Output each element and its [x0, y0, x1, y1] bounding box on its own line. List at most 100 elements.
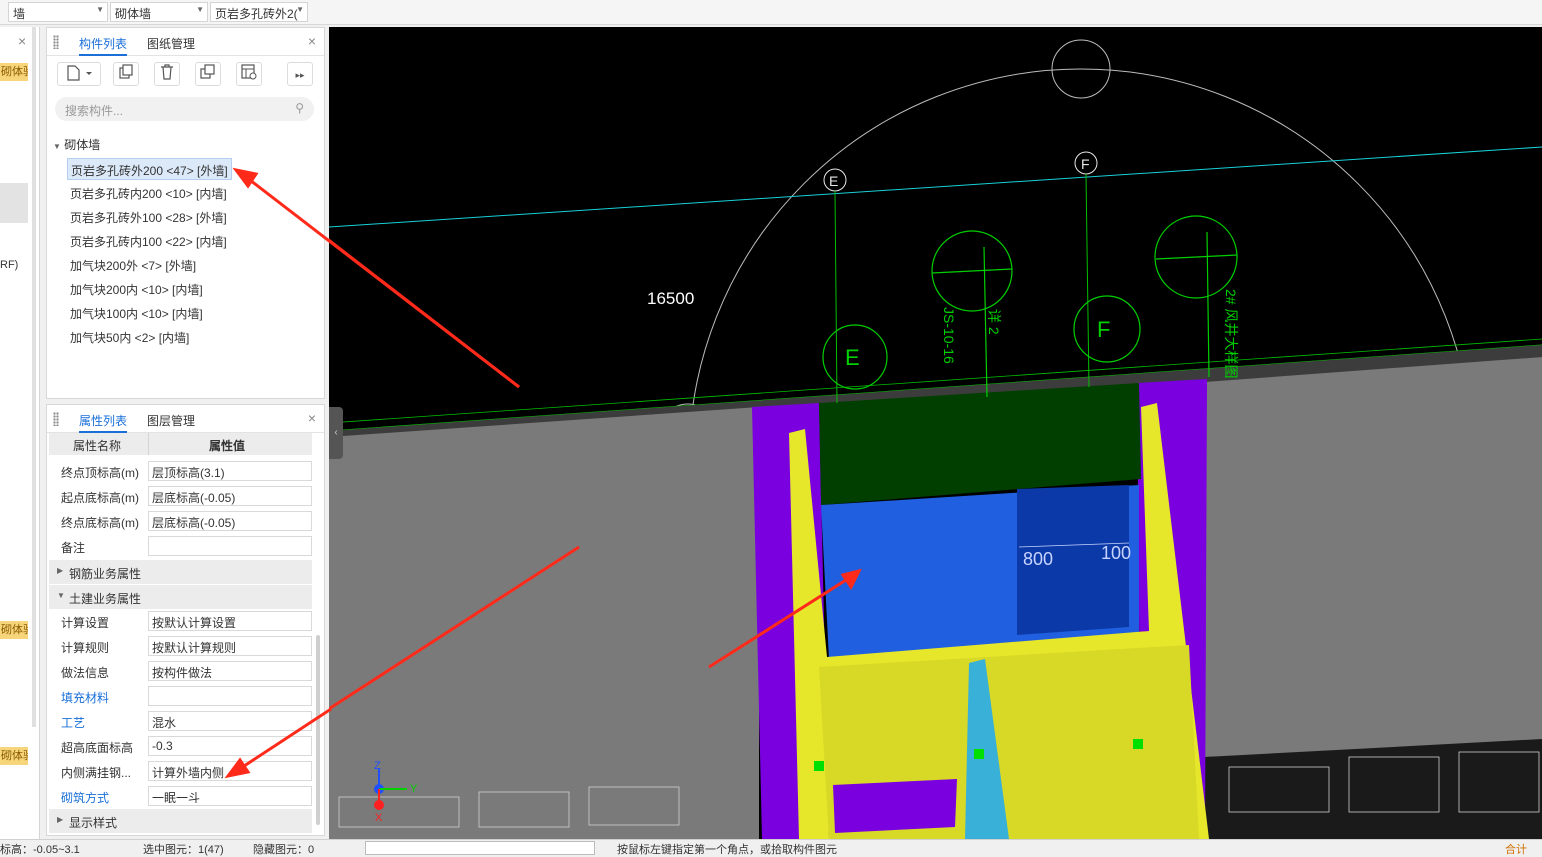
- left-tag-1[interactable]: 砌体验: [0, 63, 28, 81]
- collapse-panel-button[interactable]: ‹: [329, 407, 343, 459]
- green-grip-point: [814, 761, 824, 771]
- element-subtype-combo[interactable]: 砌体墙 ▼: [110, 2, 208, 22]
- property-name: 终点底标高(m): [61, 516, 139, 530]
- left-tag-3[interactable]: 砌体验: [0, 747, 28, 765]
- snap-toolbar[interactable]: [365, 841, 595, 855]
- left-text-rf: RF): [0, 259, 19, 271]
- cad-text-detail: 2# 风井大样图: [1223, 289, 1239, 378]
- svg-text:X: X: [375, 812, 383, 824]
- property-value[interactable]: 层顶标高(3.1): [148, 461, 312, 481]
- header-property-value: 属性值: [209, 439, 246, 453]
- caret-right-icon: ▶: [57, 815, 64, 824]
- element-type-combo[interactable]: 墙 ▼: [8, 2, 108, 22]
- component-search-input[interactable]: 搜索构件... ⚲: [55, 97, 314, 121]
- property-row: 填充材料: [49, 684, 312, 709]
- property-row: 计算设置 按默认计算设置: [49, 609, 312, 634]
- tree-item[interactable]: 页岩多孔砖内200 <10> [内墙]: [67, 182, 230, 204]
- component-settings-button[interactable]: [236, 62, 262, 86]
- group-civil-properties[interactable]: ▼ 土建业务属性: [49, 585, 312, 609]
- axis-E-marker: [823, 168, 847, 404]
- close-icon[interactable]: ×: [18, 33, 26, 49]
- more-tools-button[interactable]: ▸▸: [287, 62, 313, 86]
- component-list-panel: 构件列表 图纸管理 × ▸▸ 搜索构件... ⚲ ▼ 砌体墙 页岩多孔砖外200…: [46, 27, 325, 399]
- tree-root-masonry-wall[interactable]: ▼ 砌体墙: [53, 136, 100, 153]
- tree-item[interactable]: 页岩多孔砖外100 <28> [外墙]: [67, 206, 230, 228]
- cad-text-ref: 详 2: [986, 309, 1002, 335]
- tab-property-list[interactable]: 属性列表: [79, 412, 128, 433]
- dimension-100: 100: [1101, 543, 1131, 563]
- status-bar: 标高：-0.05~3.1 选中图元：1(47) 隐藏图元：0 按鼠标左键指定第一…: [0, 839, 1542, 856]
- axis-E-label: E: [829, 173, 838, 189]
- dimension-800: 800: [1023, 549, 1053, 569]
- group-label: 土建业务属性: [69, 592, 142, 606]
- group-display-style[interactable]: ▶ 显示样式: [49, 809, 312, 833]
- delete-component-button[interactable]: [154, 62, 180, 86]
- tree-item[interactable]: 页岩多孔砖外200 <47> [外墙]: [67, 158, 232, 180]
- svg-text:Z: Z: [374, 760, 381, 772]
- component-toolbar: ▸▸: [47, 56, 324, 90]
- 3d-drawing-viewport[interactable]: E F E F JS-10-16 2# 风井大样图 详 2 16500 800 …: [329, 27, 1542, 839]
- green-circle-F-label: F: [1097, 317, 1110, 342]
- axis-F-marker: [1074, 151, 1098, 388]
- component-combo[interactable]: 页岩多孔砖外2( ▼: [210, 2, 308, 22]
- tree-item[interactable]: 加气块200内 <10> [内墙]: [67, 278, 206, 300]
- new-component-button[interactable]: [57, 62, 101, 86]
- left-collapsed-panel: × 砌体验 RF) 砌体验 砌体验: [0, 27, 40, 839]
- chevron-down-icon: ▼: [296, 5, 304, 14]
- property-row: 内侧满挂钢... 计算外墙内侧: [49, 759, 312, 784]
- property-value[interactable]: [148, 686, 312, 706]
- layer-copy-button[interactable]: [195, 62, 221, 86]
- property-value[interactable]: 一眠一斗: [148, 786, 312, 806]
- group-rebar-properties[interactable]: ▶ 钢筋业务属性: [49, 560, 312, 584]
- drag-handle-icon[interactable]: [53, 412, 59, 426]
- property-name: 计算规则: [61, 641, 110, 655]
- property-name: 做法信息: [61, 666, 110, 680]
- property-row: 工艺 混水: [49, 709, 312, 734]
- tree-item[interactable]: 加气块200外 <7> [外墙]: [67, 254, 199, 276]
- property-value[interactable]: 计算外墙内侧: [148, 761, 312, 781]
- tree-item[interactable]: 加气块50内 <2> [内墙]: [67, 326, 192, 348]
- property-row: 备注: [49, 534, 312, 559]
- caret-right-icon: ▶: [57, 566, 64, 575]
- copy-component-button[interactable]: [113, 62, 139, 86]
- tab-layer-management[interactable]: 图层管理: [147, 412, 195, 429]
- drag-handle-icon[interactable]: [53, 35, 59, 49]
- property-table-header: 属性名称 属性值: [49, 433, 312, 455]
- property-value[interactable]: 按构件做法: [148, 661, 312, 681]
- search-icon: ⚲: [295, 101, 304, 115]
- copy-icon: [119, 64, 133, 79]
- left-scrollbar[interactable]: [32, 27, 36, 727]
- property-value[interactable]: 按默认计算规则: [148, 636, 312, 656]
- property-value[interactable]: -0.3: [148, 736, 312, 756]
- close-icon[interactable]: ×: [308, 410, 316, 426]
- property-list-panel: 属性列表 图层管理 × 属性名称 属性值 终点顶标高(m) 层顶标高(3.1) 起…: [46, 404, 325, 836]
- property-value[interactable]: [148, 536, 312, 556]
- property-value[interactable]: 按默认计算设置: [148, 611, 312, 631]
- green-grip-point: [974, 749, 984, 759]
- tree-item[interactable]: 页岩多孔砖内100 <22> [内墙]: [67, 230, 230, 252]
- close-icon[interactable]: ×: [308, 33, 316, 49]
- annotation-arrow-top: [329, 238, 520, 389]
- property-value[interactable]: 层底标高(-0.05): [148, 486, 312, 506]
- left-tag-2[interactable]: 砌体验: [0, 621, 28, 639]
- double-chevron-right-icon: ▸▸: [295, 70, 305, 80]
- tab-component-list[interactable]: 构件列表: [79, 35, 128, 56]
- tab-drawing-management[interactable]: 图纸管理: [147, 35, 195, 52]
- property-name: 计算设置: [61, 616, 110, 630]
- layer-copy-icon: [200, 64, 215, 79]
- header-property-name: 属性名称: [73, 439, 122, 453]
- trash-icon: [161, 64, 173, 80]
- property-name: 砌筑方式: [61, 791, 110, 805]
- tree-item[interactable]: 加气块100内 <10> [内墙]: [67, 302, 206, 324]
- property-row: 砌筑方式 一眠一斗: [49, 784, 312, 809]
- green-grip-point: [1133, 739, 1143, 749]
- property-value[interactable]: 层底标高(-0.05): [148, 511, 312, 531]
- property-scrollbar[interactable]: [316, 635, 320, 825]
- property-value[interactable]: 混水: [148, 711, 312, 731]
- cad-canvas: E F E F JS-10-16 2# 风井大样图 详 2 16500 800 …: [329, 39, 1542, 839]
- property-name: 填充材料: [61, 691, 110, 705]
- cad-text-js: JS-10-16: [941, 307, 957, 364]
- dimension-16500: 16500: [647, 289, 694, 308]
- element-type-value: 墙: [13, 7, 26, 21]
- left-selected-row: [0, 183, 28, 223]
